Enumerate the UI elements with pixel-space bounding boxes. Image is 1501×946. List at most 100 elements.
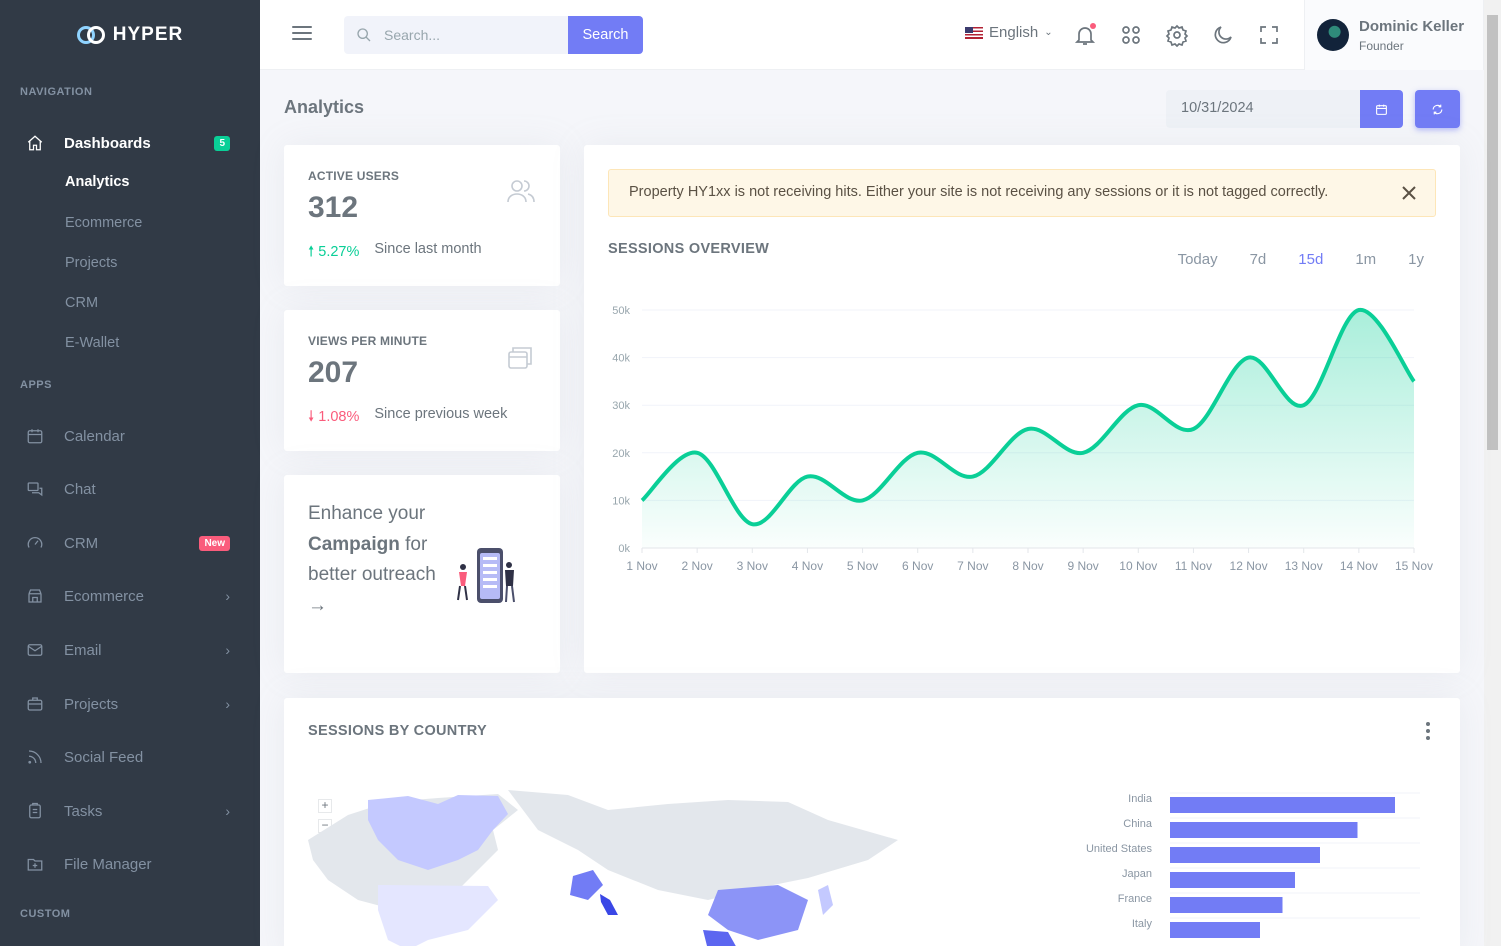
- stat-change-up: 🠕 5.27%: [308, 244, 360, 260]
- region-france[interactable]: [570, 870, 603, 900]
- chevron-right-icon: ›: [225, 642, 230, 658]
- sidebar-item-label: CRM: [64, 534, 99, 552]
- stat-value: 207: [308, 356, 359, 389]
- promo-text: Enhance your Campaign for better outreac…: [308, 503, 436, 616]
- y-tick-label: 0k: [618, 543, 630, 555]
- mail-icon: [26, 641, 44, 659]
- sessions-area-chart: 0k 10k 20k 30k 40k 50k 1 Nov 2 Nov 3 Nov 4 Nov 5 N…: [612, 305, 1433, 573]
- rss-icon: [26, 748, 44, 766]
- refresh-button[interactable]: [1415, 90, 1460, 128]
- chevron-right-icon: ›: [225, 588, 230, 604]
- date-picker-input[interactable]: 10/31/2024: [1166, 90, 1361, 128]
- fullscreen-icon[interactable]: [1257, 23, 1281, 47]
- stat-since: Since last month: [374, 241, 482, 257]
- more-options-icon[interactable]: [1426, 722, 1430, 743]
- range-15d[interactable]: 15d: [1298, 251, 1323, 268]
- country-bar[interactable]: [1170, 872, 1295, 888]
- language-selector[interactable]: English ⌄: [965, 24, 1053, 41]
- sidebar-item-ecommerce[interactable]: Ecommerce ›: [0, 578, 260, 614]
- sidebar-item-file-manager[interactable]: File Manager: [0, 846, 260, 882]
- search-button[interactable]: Search: [568, 16, 643, 54]
- brand-name: HYPER: [112, 24, 184, 45]
- range-today[interactable]: Today: [1178, 251, 1218, 268]
- country-bar[interactable]: [1170, 897, 1283, 913]
- section-navigation: Navigation: [20, 86, 93, 98]
- country-bar[interactable]: [1170, 922, 1260, 938]
- sidebar-item-dashboards[interactable]: Dashboards 5: [0, 125, 260, 161]
- x-tick-label: 9 Nov: [1067, 559, 1098, 573]
- y-tick-label: 40k: [612, 353, 630, 365]
- page-title: Analytics: [284, 97, 365, 117]
- range-7d[interactable]: 7d: [1250, 251, 1267, 268]
- search-input[interactable]: [384, 27, 554, 43]
- country-label: Japan: [1122, 868, 1152, 880]
- range-tabs: Today 7d 15d 1m 1y: [1178, 251, 1424, 268]
- views-per-minute-card: Views Per Minute 207 🠗 1.08% Since previ…: [284, 310, 560, 451]
- sidebar-item-calendar[interactable]: Calendar: [0, 418, 260, 454]
- sidebar-sub-ecommerce[interactable]: Ecommerce: [65, 215, 142, 231]
- section-apps: Apps: [20, 379, 52, 391]
- range-1m[interactable]: 1m: [1355, 251, 1376, 268]
- user-profile-menu[interactable]: Dominic Keller Founder: [1304, 0, 1484, 70]
- settings-gear-icon[interactable]: [1165, 23, 1189, 48]
- sidebar-item-social-feed[interactable]: Social Feed: [0, 739, 260, 775]
- y-tick-label: 50k: [612, 305, 630, 317]
- sidebar-item-email[interactable]: Email ›: [0, 632, 260, 668]
- campaign-promo-card[interactable]: Enhance your Campaign for better outreac…: [284, 475, 560, 673]
- promo-bold: Campaign: [308, 533, 400, 555]
- x-tick-label: 13 Nov: [1285, 559, 1323, 573]
- apps-grid-icon[interactable]: [1119, 23, 1143, 47]
- brand-logo[interactable]: HYPER: [0, 0, 260, 70]
- x-tick-label: 12 Nov: [1230, 559, 1268, 573]
- country-label: Italy: [1132, 918, 1153, 930]
- region-italy[interactable]: [600, 894, 618, 915]
- sessions-by-country-card: Sessions By Country + − India China United…: [284, 698, 1460, 946]
- sidebar-sub-ewallet[interactable]: E-Wallet: [65, 335, 119, 351]
- country-bar-chart: India China United States Japan France Italy: [1086, 792, 1420, 938]
- sidebar-item-tasks[interactable]: Tasks ›: [0, 793, 260, 829]
- chevron-right-icon: ›: [225, 803, 230, 819]
- sidebar-sub-analytics[interactable]: Analytics: [65, 174, 129, 190]
- scrollbar-thumb[interactable]: [1487, 15, 1498, 450]
- sessions-overview-card: Property HY1xx is not receiving hits. Ei…: [584, 145, 1460, 673]
- region-india[interactable]: [703, 930, 738, 946]
- sidebar-item-crm[interactable]: CRM New: [0, 525, 260, 561]
- country-bar[interactable]: [1170, 847, 1320, 863]
- sidebar-item-label: Projects: [64, 695, 119, 713]
- calendar-button[interactable]: [1360, 90, 1403, 128]
- sidebar-item-chat[interactable]: Chat: [0, 471, 260, 507]
- sidebar-item-label: File Manager: [64, 855, 152, 873]
- region-united-states[interactable]: [378, 885, 498, 946]
- country-bar[interactable]: [1170, 822, 1358, 838]
- stat-change-down: 🠗 1.08%: [308, 409, 360, 425]
- sidebar: HYPER Navigation Dashboards 5 Analytics …: [0, 0, 260, 946]
- page-scrollbar[interactable]: [1484, 0, 1501, 946]
- close-icon[interactable]: [1401, 185, 1417, 201]
- sidebar-sub-projects[interactable]: Projects: [65, 255, 117, 271]
- calendar-icon: [26, 427, 44, 445]
- country-label: India: [1128, 793, 1153, 805]
- chat-icon: [26, 480, 44, 498]
- chevron-right-icon: ›: [225, 696, 230, 712]
- arrow-down-icon: 🠗: [308, 409, 315, 425]
- range-1y[interactable]: 1y: [1408, 251, 1424, 268]
- chevron-down-icon: ⌄: [1044, 27, 1053, 38]
- dark-mode-moon-icon[interactable]: [1211, 23, 1235, 47]
- warning-alert: Property HY1xx is not receiving hits. Ei…: [608, 169, 1436, 217]
- region-japan[interactable]: [818, 885, 833, 915]
- stat-label: Active Users: [308, 169, 400, 183]
- country-bar[interactable]: [1170, 797, 1395, 813]
- country-label: France: [1118, 893, 1152, 905]
- y-tick-label: 20k: [612, 448, 630, 460]
- search-field: [344, 16, 568, 54]
- menu-toggle-icon[interactable]: [292, 26, 312, 42]
- sidebar-item-projects[interactable]: Projects ›: [0, 686, 260, 722]
- sidebar-sub-crm[interactable]: CRM: [65, 295, 98, 311]
- calendar-icon: [1376, 104, 1387, 115]
- notifications-bell-icon[interactable]: [1073, 23, 1097, 47]
- x-tick-label: 11 Nov: [1175, 559, 1212, 573]
- crm-new-badge: New: [199, 535, 230, 551]
- world-map[interactable]: [308, 790, 908, 946]
- x-tick-label: 15 Nov: [1395, 559, 1433, 573]
- users-icon: [506, 177, 536, 207]
